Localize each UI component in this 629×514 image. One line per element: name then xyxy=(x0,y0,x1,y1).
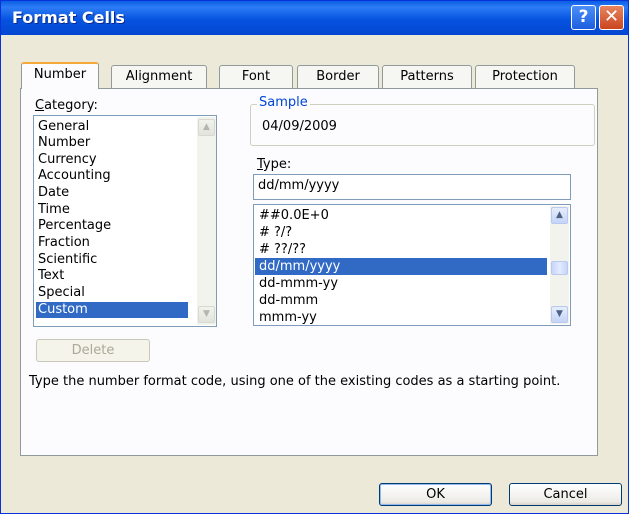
format-description: Type the number format code, using one o… xyxy=(29,374,561,389)
category-item-general[interactable]: General xyxy=(36,119,188,135)
type-listbox[interactable]: ##0.0E+0 # ?/? # ??/?? dd/mm/yyyy dd-mmm… xyxy=(253,204,571,326)
tab-protection[interactable]: Protection xyxy=(475,65,575,89)
category-item-special[interactable]: Special xyxy=(36,285,188,301)
category-item-custom[interactable]: Custom xyxy=(36,302,188,318)
chevron-up-icon[interactable]: ▲ xyxy=(551,207,568,224)
tab-patterns[interactable]: Patterns xyxy=(382,65,472,89)
category-item-percentage[interactable]: Percentage xyxy=(36,218,188,234)
sample-legend: Sample xyxy=(257,95,310,110)
type-item[interactable]: # ??/?? xyxy=(255,241,547,258)
help-button[interactable]: ? xyxy=(571,5,596,30)
category-item-time[interactable]: Time xyxy=(36,202,188,218)
type-label: Type: xyxy=(257,157,292,172)
scrollbar-thumb[interactable] xyxy=(551,261,568,275)
type-input[interactable]: dd/mm/yyyy xyxy=(253,174,571,200)
ok-button[interactable]: OK xyxy=(379,483,492,506)
type-item[interactable]: dd-mmm-yy xyxy=(255,275,547,292)
category-item-number[interactable]: Number xyxy=(36,135,188,151)
help-icon: ? xyxy=(578,7,589,27)
close-icon: ✕ xyxy=(603,6,620,27)
category-item-accounting[interactable]: Accounting xyxy=(36,168,188,184)
type-item[interactable]: ##0.0E+0 xyxy=(255,207,547,224)
tab-font[interactable]: Font xyxy=(219,65,293,89)
tab-number[interactable]: Number xyxy=(21,62,99,89)
category-item-fraction[interactable]: Fraction xyxy=(36,235,188,251)
format-cells-dialog: Format Cells ? ✕ Number Alignment Font B… xyxy=(0,0,629,514)
type-item[interactable]: # ?/? xyxy=(255,224,547,241)
category-item-scientific[interactable]: Scientific xyxy=(36,252,188,268)
title-bar[interactable]: Format Cells ? ✕ xyxy=(1,1,628,35)
type-scrollbar[interactable]: ▲ ▼ xyxy=(550,206,569,324)
delete-button[interactable]: Delete xyxy=(36,339,150,362)
category-item-currency[interactable]: Currency xyxy=(36,152,188,168)
tab-border[interactable]: Border xyxy=(297,65,379,89)
tab-alignment[interactable]: Alignment xyxy=(111,65,207,89)
category-item-text[interactable]: Text xyxy=(36,268,188,284)
cancel-button[interactable]: Cancel xyxy=(509,483,622,506)
close-button[interactable]: ✕ xyxy=(599,5,624,30)
category-scrollbar[interactable]: ▲ ▼ xyxy=(197,117,216,325)
category-label: Category: xyxy=(35,98,98,113)
chevron-down-icon[interactable]: ▼ xyxy=(551,306,568,323)
dialog-title: Format Cells xyxy=(12,8,125,27)
category-item-date[interactable]: Date xyxy=(36,185,188,201)
chevron-down-icon[interactable]: ▼ xyxy=(198,306,215,323)
type-item-selected[interactable]: dd/mm/yyyy xyxy=(255,258,547,275)
chevron-up-icon[interactable]: ▲ xyxy=(198,119,215,136)
sample-value: 04/09/2009 xyxy=(262,119,337,134)
type-item[interactable]: mmm-yy xyxy=(255,309,547,325)
category-listbox[interactable]: General Number Currency Accounting Date … xyxy=(33,115,217,327)
type-item[interactable]: dd-mmm xyxy=(255,292,547,309)
